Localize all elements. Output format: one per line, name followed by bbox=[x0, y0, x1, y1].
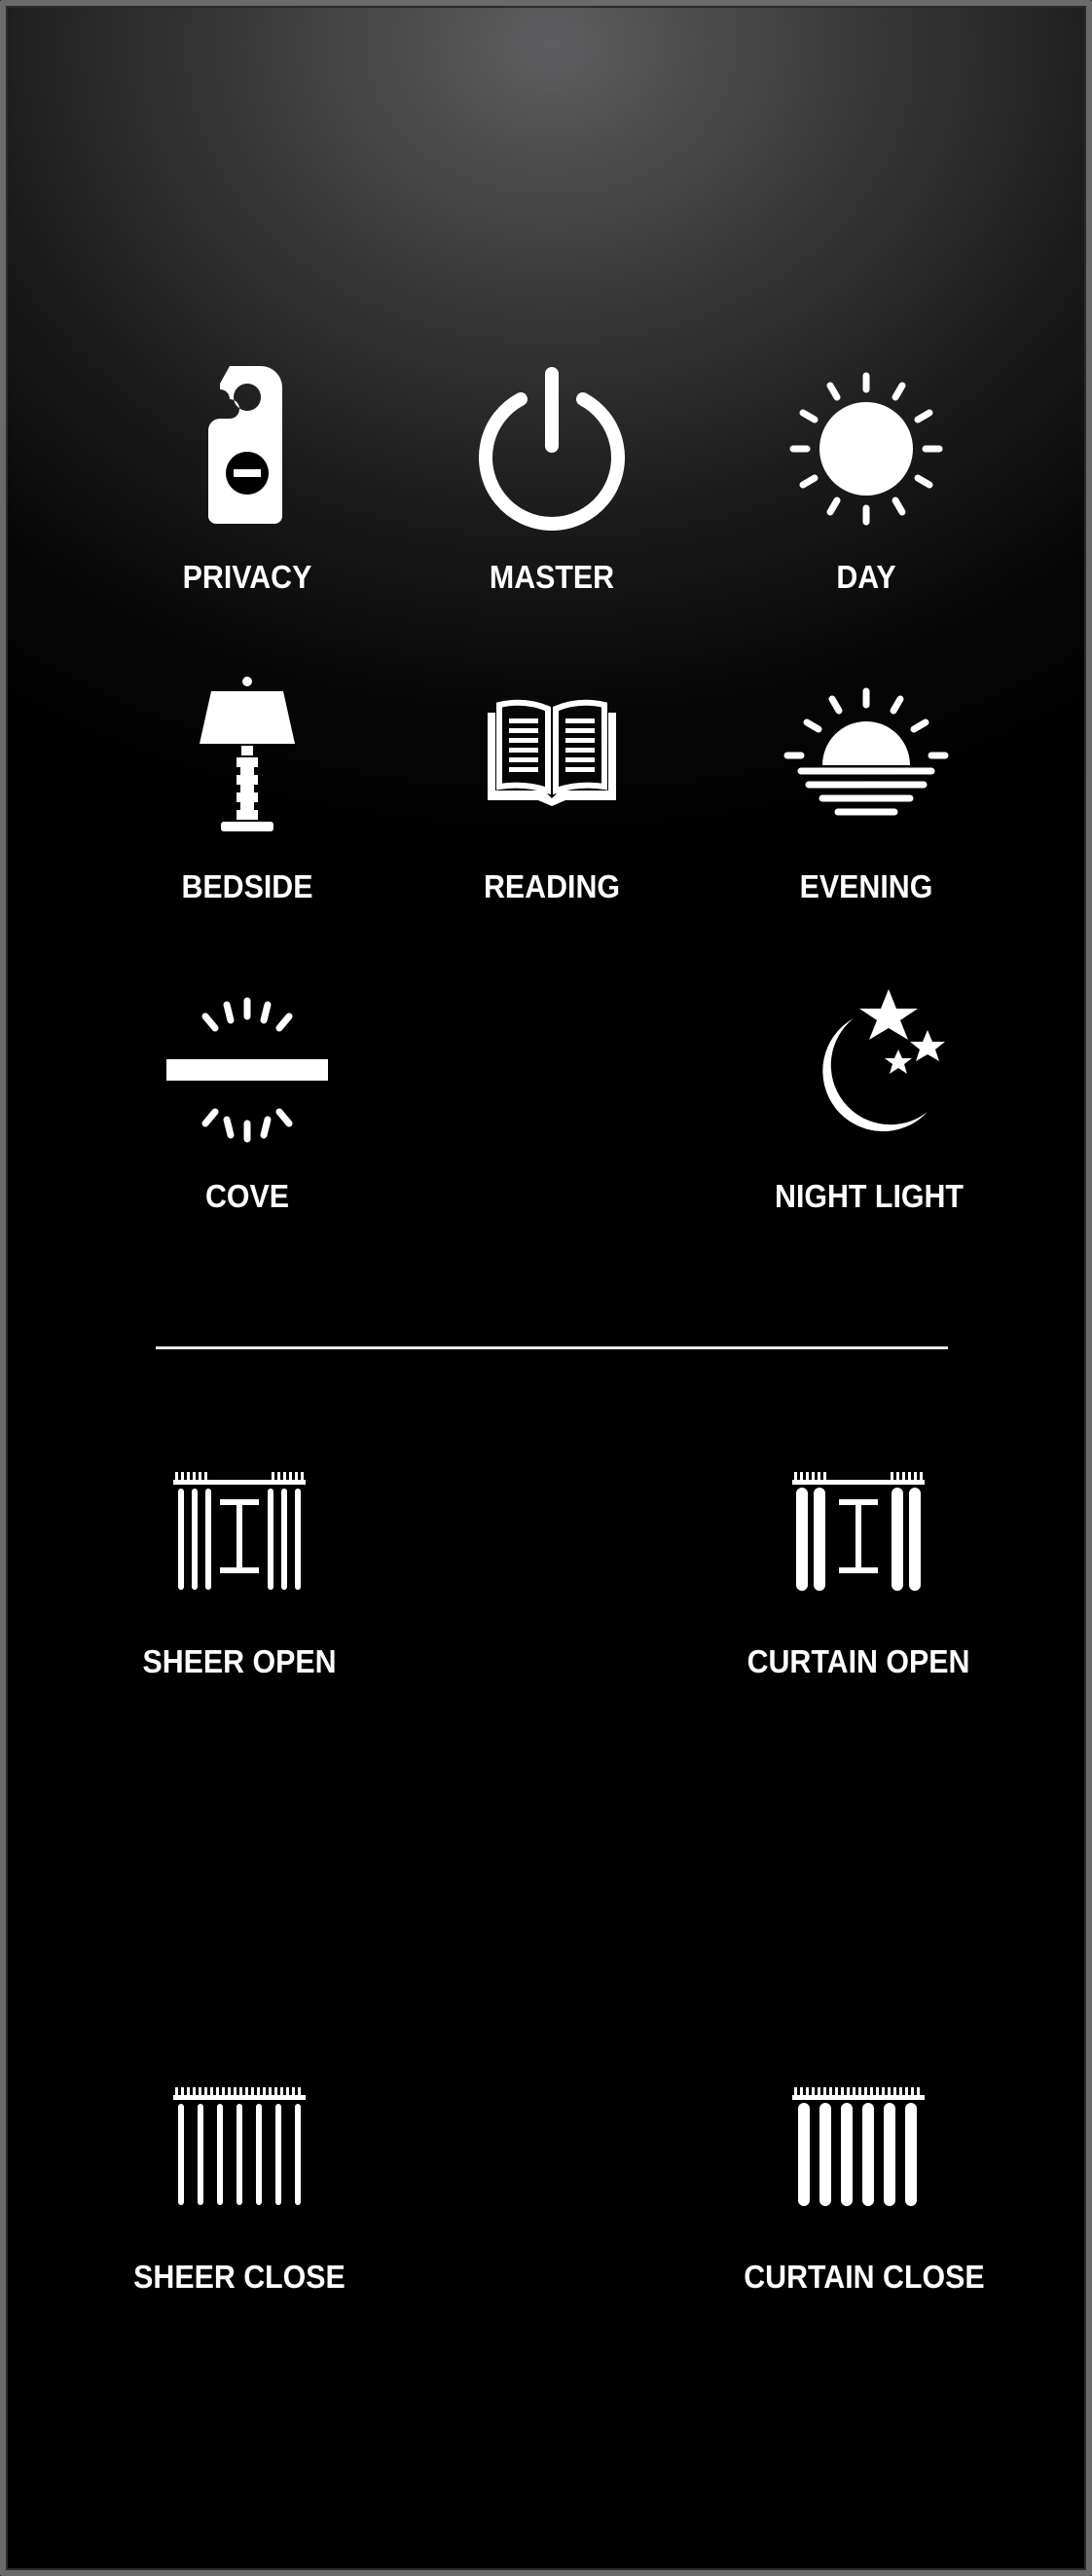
evening-button[interactable]: EVENING bbox=[769, 666, 964, 919]
scene-label: NIGHT LIGHT bbox=[775, 1178, 964, 1214]
curtain-label: CURTAIN CLOSE bbox=[744, 2259, 985, 2295]
scene-label: PRIVACY bbox=[182, 559, 312, 595]
sunset-icon bbox=[783, 687, 949, 816]
control-panel: PRIVACY MASTER DAY BEDSIDE READING EVENI… bbox=[0, 0, 1092, 2576]
lamp-icon bbox=[200, 677, 295, 831]
cove-light-icon bbox=[166, 997, 328, 1143]
curtain-open-icon bbox=[792, 1472, 925, 1591]
bedside-button[interactable]: BEDSIDE bbox=[150, 666, 345, 919]
scene-label: EVENING bbox=[799, 868, 933, 904]
book-icon bbox=[488, 699, 616, 806]
sheer-close-icon bbox=[173, 2087, 306, 2205]
curtain-open-button[interactable]: CURTAIN OPEN bbox=[734, 1456, 983, 1690]
curtain-label: SHEER OPEN bbox=[142, 1643, 337, 1679]
door-hanger-icon bbox=[208, 366, 282, 524]
scene-label: MASTER bbox=[489, 559, 615, 595]
power-icon bbox=[479, 367, 625, 531]
scene-label: BEDSIDE bbox=[181, 868, 313, 904]
day-button[interactable]: DAY bbox=[769, 356, 964, 609]
scene-label: READING bbox=[483, 868, 621, 904]
cove-button[interactable]: COVE bbox=[150, 975, 345, 1229]
reading-button[interactable]: READING bbox=[455, 666, 649, 919]
curtain-label: CURTAIN OPEN bbox=[746, 1643, 970, 1679]
curtain-close-button[interactable]: CURTAIN CLOSE bbox=[734, 2072, 985, 2305]
sheer-open-button[interactable]: SHEER OPEN bbox=[123, 1456, 356, 1690]
sheer-open-icon bbox=[173, 1472, 306, 1590]
curtain-close-icon bbox=[792, 2087, 925, 2206]
scene-label: COVE bbox=[204, 1178, 290, 1214]
night-light-button[interactable]: NIGHT LIGHT bbox=[757, 975, 981, 1229]
sheer-close-button[interactable]: SHEER CLOSE bbox=[123, 2072, 356, 2305]
master-button[interactable]: MASTER bbox=[455, 356, 649, 609]
privacy-button[interactable]: PRIVACY bbox=[150, 356, 345, 609]
sun-icon bbox=[789, 372, 943, 526]
moon-stars-icon bbox=[822, 989, 945, 1132]
scene-label: DAY bbox=[836, 559, 896, 595]
section-divider bbox=[156, 1346, 948, 1349]
curtain-label: SHEER CLOSE bbox=[133, 2259, 346, 2295]
